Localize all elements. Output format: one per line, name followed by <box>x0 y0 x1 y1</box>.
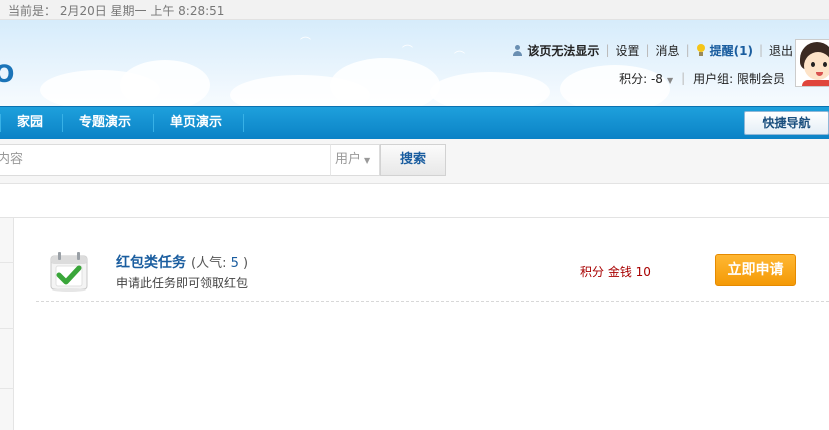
search-placeholder: 内容 <box>0 152 24 167</box>
search-bar: 内容 用户 ▼ 搜索 <box>0 139 829 184</box>
user-links: 该页无法显示 | 设置 | 消息 | 提醒(1) | 退出 <box>512 42 793 58</box>
page: 当前是： 2月20日 星期一 上午 8:28:51 ⌒ ⌒ ⌒ O 该页无法显示… <box>0 0 829 430</box>
nav-divider <box>0 114 1 132</box>
popularity-label: (人气: <box>191 256 227 271</box>
points-label: 积分: -8 <box>619 71 663 86</box>
header: ⌒ ⌒ ⌒ O 该页无法显示 | 设置 | 消息 | 提醒(1) | 退出 积分… <box>0 20 829 106</box>
cloud-decoration <box>430 72 550 106</box>
bulb-icon <box>696 43 706 57</box>
bird-icon: ⌒ <box>300 36 311 49</box>
user-group-link[interactable]: 用户组: 限制会员 <box>693 70 785 87</box>
sub-header-strip <box>0 184 829 218</box>
sidebar-divider <box>0 388 14 389</box>
quick-nav-button[interactable]: 快捷导航 <box>744 111 829 135</box>
avatar-eye <box>811 62 815 67</box>
messages-link[interactable]: 消息 <box>656 42 680 59</box>
bird-icon: ⌒ <box>454 50 465 63</box>
sidebar-divider <box>0 262 14 263</box>
search-type-select[interactable]: 用户 ▼ <box>330 144 380 176</box>
popularity-value: 5 <box>230 256 239 271</box>
cloud-decoration <box>120 60 210 106</box>
task-reward: 积分 金钱 10 <box>580 265 651 279</box>
search-type-value: 用户 <box>335 152 362 167</box>
bird-icon: ⌒ <box>402 44 413 57</box>
check-calendar-icon <box>50 252 88 292</box>
nav-divider <box>153 114 154 132</box>
main-nav: 家园 专题演示 单页演示 快捷导航 <box>0 106 829 139</box>
task-title[interactable]: 红包类任务 <box>116 255 186 271</box>
settings-link[interactable]: 设置 <box>615 42 639 59</box>
separator: | <box>758 43 763 57</box>
chevron-down-icon: ▼ <box>364 156 371 165</box>
task-popularity: (人气: 5 ) <box>191 256 248 271</box>
task-description: 申请此任务即可领取红包 <box>116 276 249 290</box>
page-notice-link[interactable]: 该页无法显示 <box>527 42 599 59</box>
nav-item-single-page[interactable]: 单页演示 <box>155 107 237 139</box>
avatar-eye <box>823 62 827 67</box>
site-logo[interactable]: O <box>0 60 14 88</box>
separator: | <box>681 71 686 85</box>
task-item: 红包类任务 (人气: 5 ) 申请此任务即可领取红包 积分 金钱 10 立即申请 <box>36 234 829 302</box>
logout-link[interactable]: 退出 <box>769 42 793 59</box>
chevron-down-icon: ▼ <box>666 75 674 85</box>
separator: | <box>685 43 690 57</box>
apply-button[interactable]: 立即申请 <box>715 254 796 286</box>
search-button[interactable]: 搜索 <box>380 144 446 176</box>
person-icon <box>512 44 523 56</box>
popularity-close: ) <box>243 256 249 271</box>
sidebar-divider <box>0 328 14 329</box>
avatar[interactable] <box>795 39 829 87</box>
current-date: 当前是： 2月20日 星期一 上午 8:28:51 <box>8 4 225 18</box>
nav-divider <box>243 114 244 132</box>
separator: | <box>645 43 650 57</box>
nav-item-topics[interactable]: 专题演示 <box>64 107 146 139</box>
nav-divider <box>62 114 63 132</box>
user-stats: 积分: -8 ▼ | 用户组: 限制会员 <box>619 70 785 86</box>
top-date-bar: 当前是： 2月20日 星期一 上午 8:28:51 <box>0 0 829 20</box>
cloud-decoration <box>330 58 440 106</box>
task-title-row: 红包类任务 (人气: 5 ) <box>116 252 248 272</box>
avatar-body <box>802 80 829 86</box>
search-input[interactable]: 内容 <box>0 144 331 176</box>
nav-item-home[interactable]: 家园 <box>2 107 58 139</box>
remind-link[interactable]: 提醒(1) <box>710 42 753 59</box>
left-sidebar <box>0 218 14 430</box>
points-menu[interactable]: 积分: -8 ▼ <box>619 70 673 87</box>
separator: | <box>605 43 610 57</box>
